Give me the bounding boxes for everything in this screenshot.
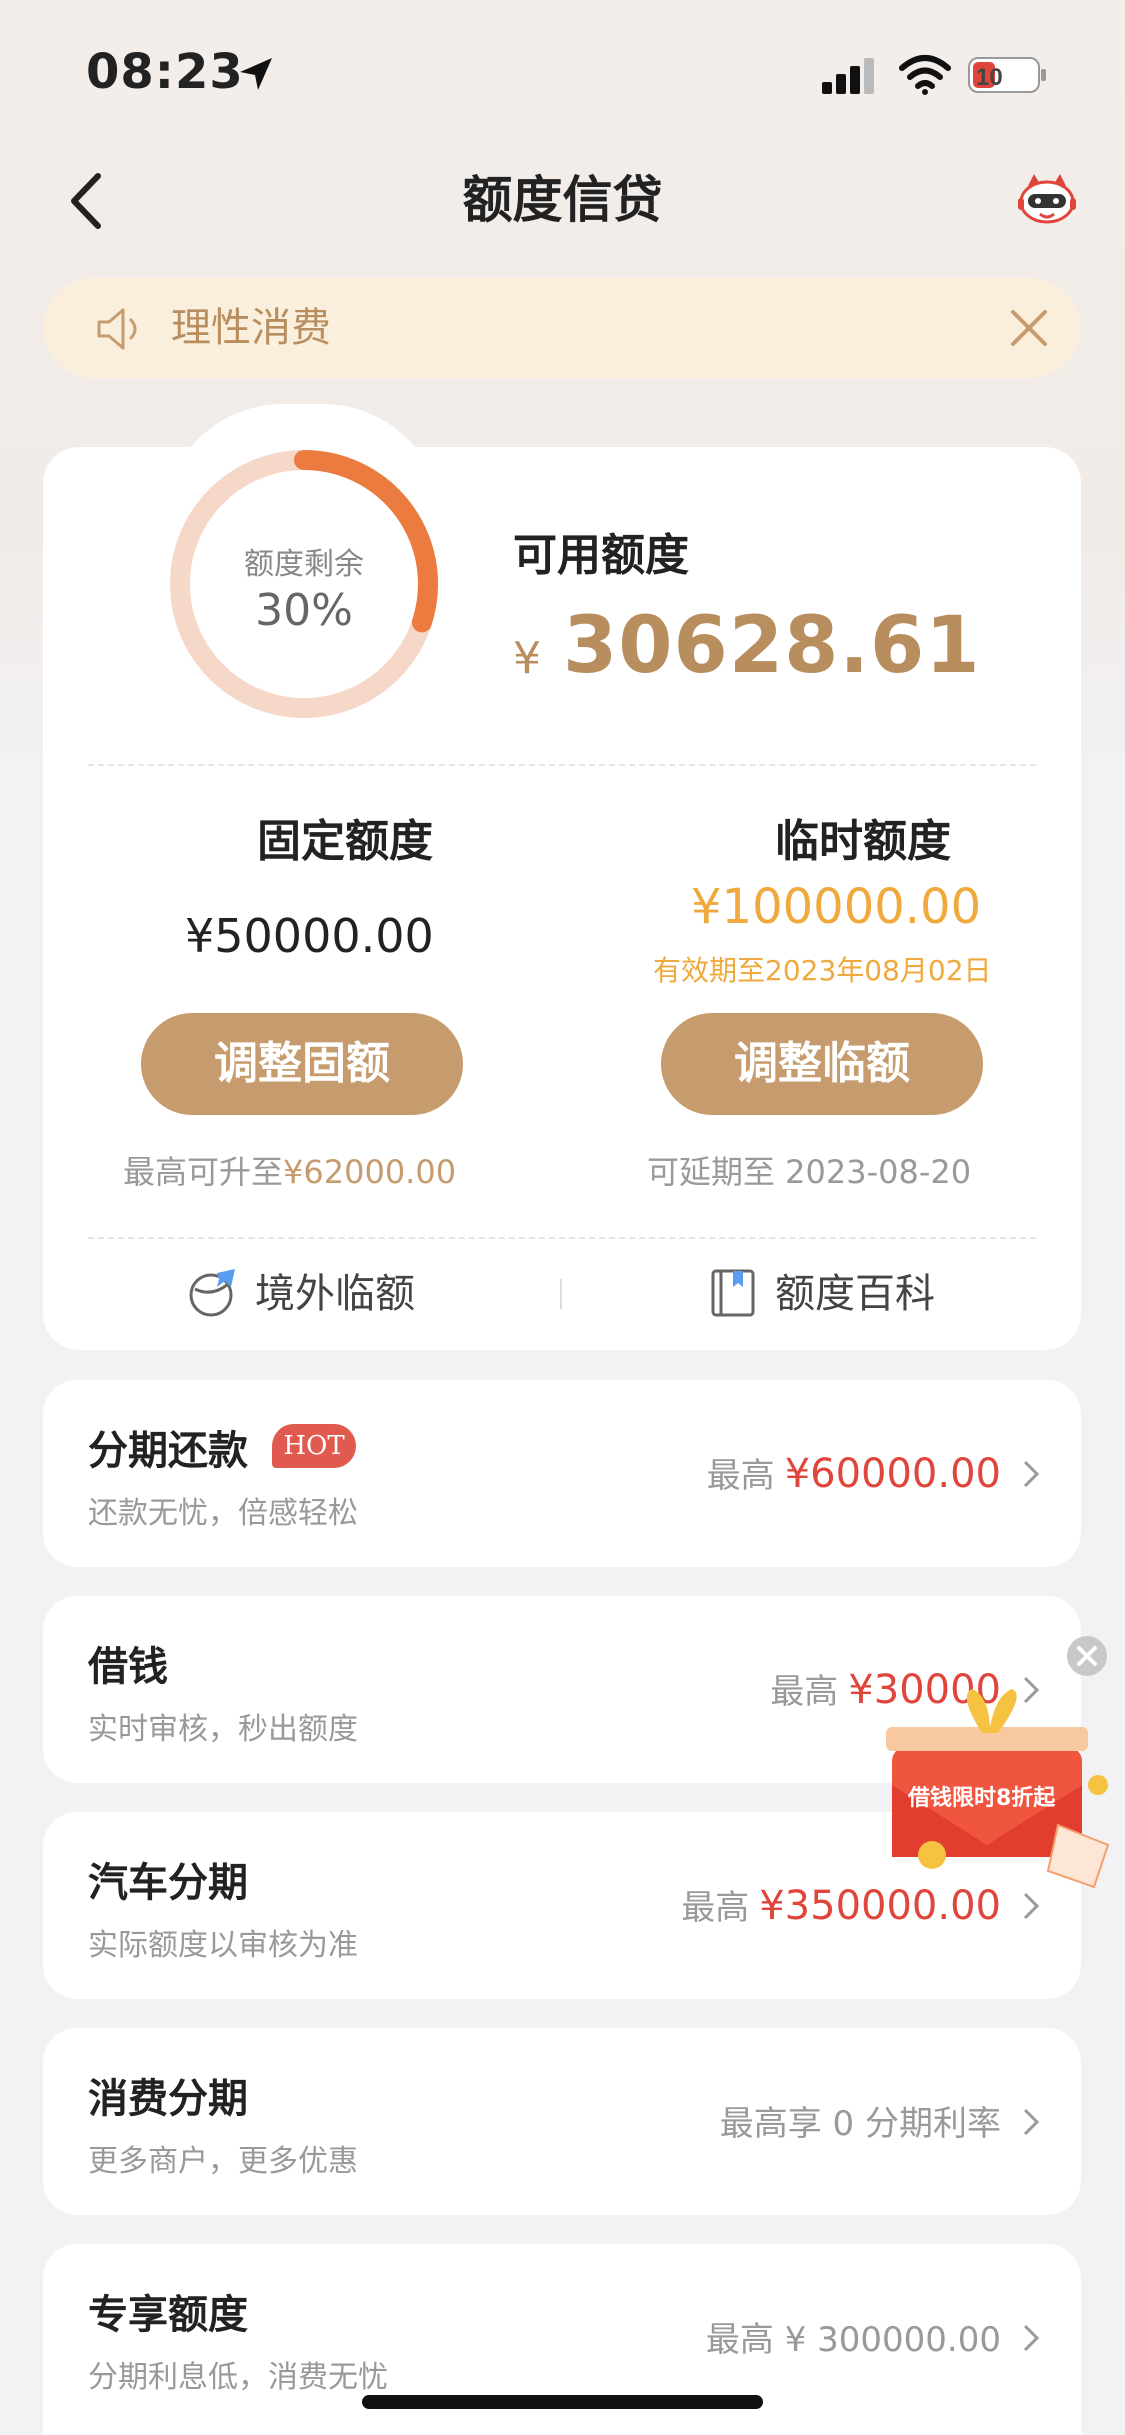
home-indicator — [362, 2395, 763, 2409]
available-credit-label: 可用额度 — [513, 530, 689, 581]
promo-red-envelope[interactable] — [862, 1635, 1122, 1915]
temp-extend-note: 可延期至 2023-08-20 — [647, 1153, 972, 1191]
close-icon[interactable] — [1066, 1635, 1108, 1677]
page-title: 额度信贷 — [462, 171, 663, 229]
status-bar: 08:23 10 — [0, 0, 1125, 140]
battery-level: 10 — [976, 64, 1003, 91]
item-max-prefix: 最高 — [706, 1456, 775, 1496]
fixed-note-value: ¥62000.00 — [283, 1153, 457, 1191]
fixed-title-text: 固定额度 — [257, 816, 433, 867]
item-title: 汽车分期 — [88, 1860, 248, 1906]
link-overseas-label: 境外临额 — [255, 1271, 415, 1317]
item-title: 消费分期 — [88, 2076, 248, 2122]
chevron-right-icon — [1023, 1460, 1040, 1488]
chevron-right-icon — [1023, 2108, 1040, 2136]
temp-title-text: 临时额度 — [775, 816, 951, 867]
fixed-credit-amount: ¥50000.00 — [185, 909, 434, 963]
adjust-temp-button[interactable]: 调整临额 — [661, 1013, 983, 1115]
temp-expire-date: 有效期至2023年08月02日 — [653, 954, 992, 987]
donut-label: 额度剩余 — [244, 547, 364, 582]
item-max-amount: 最高 ¥60000.00 — [707, 1448, 1001, 1497]
notice-banner: 理性消费 — [43, 278, 1081, 378]
cellular-signal-icon — [822, 58, 874, 94]
adjust-fixed-button[interactable]: 调整固额 — [141, 1013, 463, 1115]
divider — [88, 1237, 1036, 1239]
book-icon — [711, 1269, 755, 1317]
link-wiki-label: 额度百科 — [775, 1271, 935, 1317]
status-time: 08:23 — [86, 44, 244, 100]
item-right-text: 最高 ¥ 300000.00 — [705, 2320, 1001, 2360]
list-item-consumer-installment[interactable]: 消费分期 更多商户，更多优惠 最高享 0 分期利率 — [43, 2028, 1081, 2215]
promo-text: 借钱限时8折起 — [908, 1786, 1056, 1811]
fixed-note-prefix: 最高可升至 — [123, 1153, 284, 1191]
item-right-text: 最高享 0 分期利率 — [719, 2104, 1001, 2144]
item-subtitle: 还款无忧，倍感轻松 — [88, 1496, 358, 1531]
quick-links: 境外临额 额度百科 — [43, 1259, 1081, 1329]
temp-credit-title: 临时额度 — [653, 805, 1073, 869]
item-title: 专享额度 — [88, 2292, 248, 2338]
hot-badge: HOT — [272, 1424, 356, 1468]
temp-credit-amount: ¥100000.00 — [691, 879, 982, 935]
item-subtitle: 分期利息低，消费无忧 — [88, 2360, 388, 2395]
available-currency: ¥ — [513, 633, 541, 684]
item-subtitle: 实际额度以审核为准 — [88, 1928, 358, 1963]
item-max-value: ¥60000.00 — [784, 1451, 1001, 1497]
divider — [88, 764, 1036, 766]
item-subtitle: 实时审核，秒出额度 — [88, 1712, 358, 1747]
battery-icon: 10 — [968, 57, 1046, 93]
link-separator — [560, 1279, 562, 1309]
fixed-max-note: 最高可升至¥62000.00 — [123, 1147, 456, 1193]
wifi-icon — [899, 55, 951, 95]
remaining-credit-donut — [170, 450, 438, 718]
item-max-prefix: 最高 — [681, 1888, 750, 1928]
available-credit-amount: 30628.61 — [563, 601, 981, 691]
item-subtitle: 更多商户，更多优惠 — [88, 2144, 358, 2179]
item-max-prefix: 最高 — [770, 1672, 839, 1712]
item-title: 分期还款 — [88, 1428, 248, 1474]
remaining-percent: 30% — [255, 585, 353, 636]
notice-text: 理性消费 — [171, 305, 331, 351]
fixed-credit-title: 固定额度 — [135, 805, 555, 869]
speaker-icon — [97, 308, 137, 350]
close-icon[interactable] — [1007, 306, 1051, 350]
credit-card-panel: 额度剩余 30% 可用额度 ¥ 30628.61 固定额度 ¥50000.00 … — [43, 447, 1081, 1350]
chevron-right-icon — [1023, 2324, 1040, 2352]
list-item-installment-repay[interactable]: 分期还款 HOT 还款无忧，倍感轻松 最高 ¥60000.00 — [43, 1380, 1081, 1567]
item-title: 借钱 — [88, 1644, 168, 1690]
customer-service-robot-icon[interactable] — [1012, 168, 1082, 228]
globe-plane-icon — [189, 1269, 235, 1317]
location-arrow-icon — [240, 58, 272, 90]
